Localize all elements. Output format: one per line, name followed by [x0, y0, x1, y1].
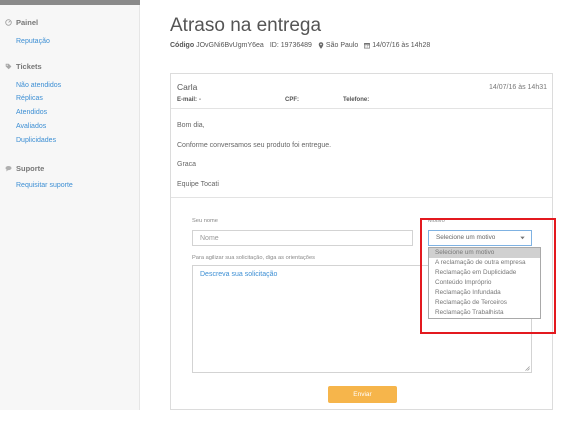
sidebar-item-replicas[interactable]: Réplicas [16, 94, 43, 103]
ticket-date-value: 14/07/16 às 14h28 [372, 42, 431, 49]
request-label: Para agilizar sua solicitação, diga as o… [192, 255, 315, 261]
reason-dropdown-list: Selecione um motivo A reclamação de outr… [428, 247, 541, 319]
sidebar-section-title: Tickets [16, 61, 42, 71]
sidebar-section-title: Suporte [16, 163, 45, 173]
contact-email-label: E-mail: [177, 97, 198, 103]
chevron-down-icon [520, 236, 525, 240]
contact-email: E-mail: - [177, 96, 201, 104]
reason-select[interactable]: Selecione um motivo [428, 230, 532, 246]
message-date: 14/07/16 às 14h31 [489, 84, 547, 91]
sidebar-item-reputacao[interactable]: Reputação [16, 37, 50, 46]
sidebar-item-duplicidades[interactable]: Duplicidades [16, 136, 56, 145]
message-author: Carla [177, 82, 198, 92]
sidebar-section-title: Painel [16, 17, 39, 27]
sidebar-section-tickets: Tickets [5, 61, 42, 71]
calendar-icon [364, 42, 371, 49]
map-pin-icon [318, 42, 324, 49]
sidebar-item-avaliados[interactable]: Avaliados [16, 122, 46, 131]
resize-handle-icon[interactable] [525, 366, 530, 371]
dropdown-option[interactable]: Reclamação de Terceiros [429, 298, 540, 308]
dashboard-icon [5, 18, 12, 26]
reason-label: Motivo [428, 218, 445, 224]
contact-phone-label: Telefone: [343, 97, 370, 103]
ticket-location: São Paulo [318, 41, 358, 50]
sidebar-top-bar [0, 0, 140, 5]
sidebar-item-atendidos[interactable]: Atendidos [16, 108, 47, 117]
name-label: Seu nome [192, 218, 218, 224]
ticket-code-value: JOvGNi6BvUgmY6ea [196, 42, 264, 49]
dropdown-option[interactable]: Reclamação em Duplicidade [429, 268, 540, 278]
dropdown-option[interactable]: Conteúdo Impróprio [429, 278, 540, 288]
ticket-location-value: São Paulo [325, 42, 359, 49]
sidebar: Painel Reputação Tickets Não atendidos R… [0, 0, 140, 410]
divider [171, 108, 552, 109]
ticket-id: ID: 19736489 [270, 41, 312, 50]
ticket-meta: Código JOvGNi6BvUgmY6ea ID: 19736489 São… [170, 41, 436, 50]
name-input[interactable] [192, 230, 413, 246]
tag-icon [5, 63, 12, 70]
sidebar-section-suporte: Suporte [5, 163, 44, 173]
message-line: Graca [177, 161, 197, 168]
submit-button[interactable]: Enviar [328, 386, 397, 403]
reason-select-value: Selecione um motivo [436, 234, 496, 241]
message-line: Equipe Tocati [177, 181, 219, 188]
ticket-card: Carla 14/07/16 às 14h31 E-mail: - CPF: Te… [170, 73, 553, 410]
sidebar-section-painel: Painel [5, 17, 38, 27]
ticket-id-label: ID: [269, 42, 279, 49]
message-line: Conforme conversamos seu produto foi ent… [177, 142, 332, 149]
ticket-id-value: 19736489 [280, 42, 312, 49]
dropdown-option[interactable]: A reclamação de outra empresa [429, 258, 540, 268]
ticket-code: Código JOvGNi6BvUgmY6ea [170, 41, 264, 50]
contact-email-value: - [199, 97, 202, 103]
dropdown-option[interactable]: Reclamação Infundada [429, 288, 540, 298]
sidebar-item-requisitar-suporte[interactable]: Requisitar suporte [16, 181, 73, 190]
dropdown-option[interactable]: Selecione um motivo [429, 248, 540, 258]
message-line: Bom dia, [177, 122, 205, 129]
ticket-code-label: Código [170, 42, 195, 49]
divider [171, 197, 552, 198]
chat-icon [5, 165, 12, 172]
page-title: Atraso na entrega [170, 15, 322, 36]
ticket-date: 14/07/16 às 14h28 [364, 41, 430, 50]
contact-cpf-label: CPF: [285, 97, 299, 103]
sidebar-item-nao-atendidos[interactable]: Não atendidos [16, 81, 61, 90]
dropdown-option[interactable]: Reclamação Trabalhista [429, 308, 540, 318]
